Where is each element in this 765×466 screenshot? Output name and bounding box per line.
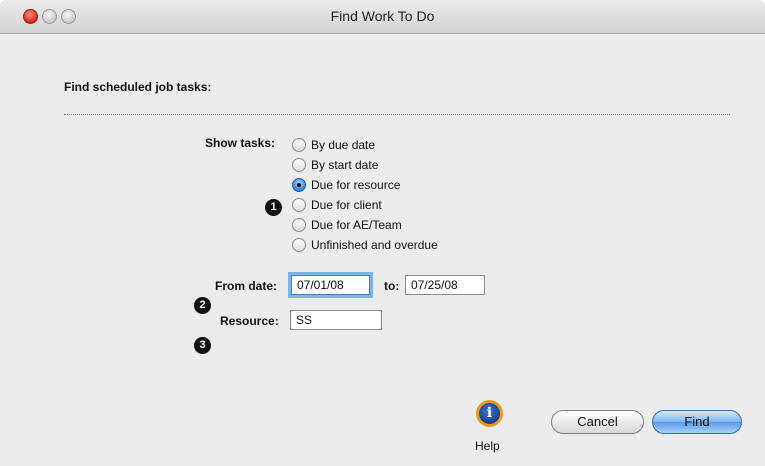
to-date-input[interactable] <box>405 275 485 295</box>
cancel-button[interactable]: Cancel <box>551 410 644 434</box>
callout-marker-3: 3 <box>194 337 211 354</box>
window-title: Find Work To Do <box>330 8 435 24</box>
radio-label: Due for client <box>311 198 382 212</box>
radio-label: Unfinished and overdue <box>311 238 438 252</box>
callout-marker-2: 2 <box>194 297 211 314</box>
radio-by-start-date[interactable]: By start date <box>292 155 378 175</box>
resource-input[interactable] <box>290 310 382 330</box>
show-tasks-label: Show tasks: <box>205 136 276 150</box>
find-button[interactable]: Find <box>652 410 742 434</box>
help-label: Help <box>475 439 500 453</box>
to-date-label: to: <box>384 279 400 293</box>
radio-due-for-ae-team[interactable]: Due for AE/Team <box>292 215 402 235</box>
radio-due-for-resource[interactable]: Due for resource <box>292 175 400 195</box>
radio-button-icon[interactable] <box>292 198 306 212</box>
radio-label: By start date <box>311 158 379 172</box>
find-work-window: Find Work To Do Find scheduled job tasks… <box>0 0 765 466</box>
radio-due-for-client[interactable]: Due for client <box>292 195 382 215</box>
radio-button-icon[interactable] <box>292 138 306 152</box>
radio-label: Due for AE/Team <box>311 218 402 232</box>
from-date-input[interactable] <box>291 275 370 295</box>
resource-label: Resource: <box>220 314 279 328</box>
radio-button-icon[interactable] <box>292 238 306 252</box>
section-heading: Find scheduled job tasks: <box>64 80 212 94</box>
help-button[interactable]: i <box>472 400 508 436</box>
from-date-label: From date: <box>215 279 278 293</box>
radio-button-selected-icon[interactable] <box>292 178 306 192</box>
radio-label: Due for resource <box>311 178 401 192</box>
radio-button-icon[interactable] <box>292 158 306 172</box>
title-bar[interactable]: Find Work To Do <box>0 0 765 34</box>
radio-button-icon[interactable] <box>292 218 306 232</box>
callout-marker-1: 1 <box>265 199 282 216</box>
radio-label: By due date <box>311 138 376 152</box>
radio-by-due-date[interactable]: By due date <box>292 135 375 155</box>
info-icon[interactable]: i <box>476 400 503 427</box>
dotted-separator <box>64 114 730 115</box>
radio-unfinished-and-overdue[interactable]: Unfinished and overdue <box>292 235 438 255</box>
